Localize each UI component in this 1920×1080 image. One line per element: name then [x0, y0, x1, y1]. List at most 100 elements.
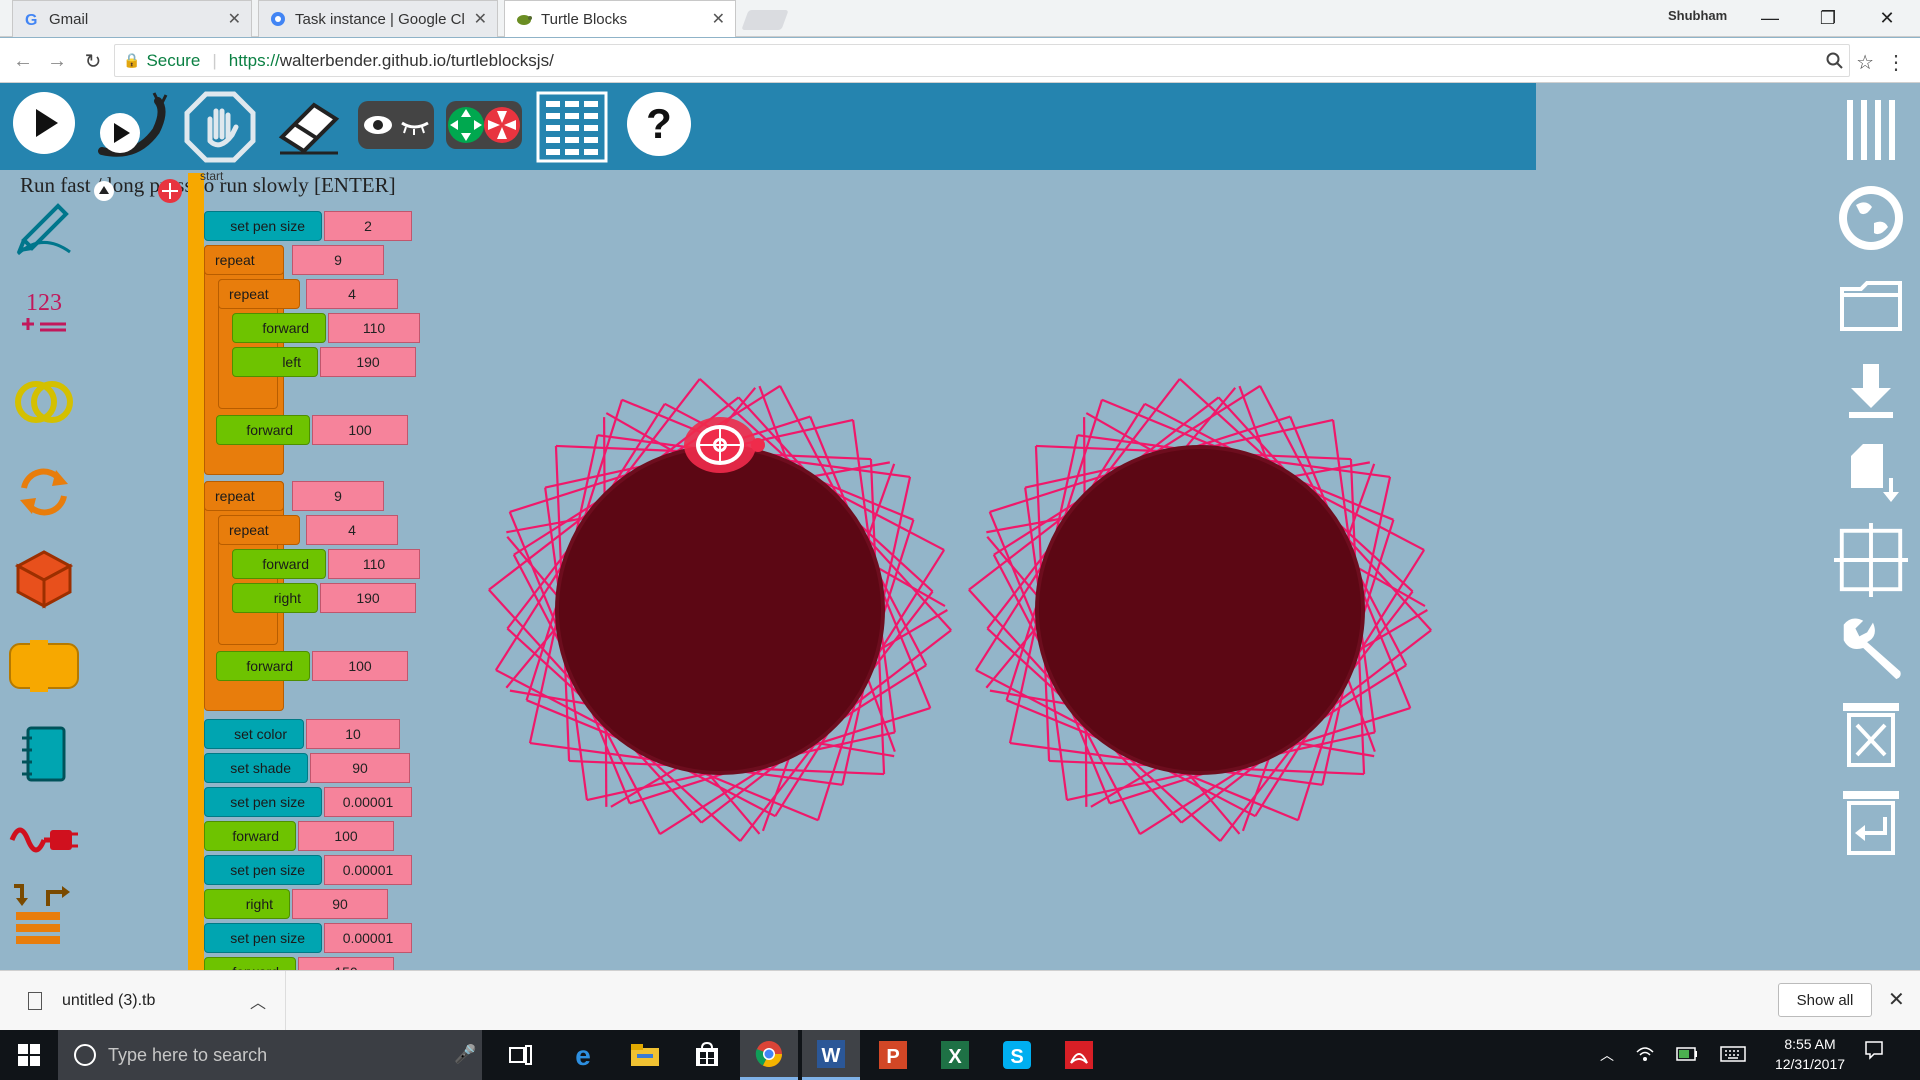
- set-pen-size-block[interactable]: set pen size: [204, 855, 322, 885]
- system-clock[interactable]: 8:55 AM 12/31/2017: [1760, 1034, 1860, 1074]
- zoom-icon[interactable]: [1826, 52, 1844, 75]
- block-arg[interactable]: 2: [324, 211, 412, 241]
- grid-icon[interactable]: [1834, 523, 1908, 597]
- flow-palette-icon[interactable]: [8, 456, 80, 528]
- erase-icon[interactable]: [276, 91, 342, 157]
- taskbar-search[interactable]: Type here to search: [58, 1030, 482, 1080]
- close-icon[interactable]: ✕: [228, 9, 241, 29]
- right-block[interactable]: right: [232, 583, 318, 613]
- set-pen-size-block[interactable]: set pen size: [204, 787, 322, 817]
- media-palette-icon[interactable]: [8, 718, 80, 790]
- boolean-palette-icon[interactable]: [8, 366, 80, 438]
- set-color-block[interactable]: set color: [204, 719, 304, 749]
- repeat-block[interactable]: repeat: [204, 245, 284, 275]
- box-palette-icon[interactable]: [8, 542, 80, 614]
- chrome-icon[interactable]: [740, 1030, 798, 1080]
- menu-icon[interactable]: [1834, 93, 1908, 167]
- save-file-icon[interactable]: [1834, 437, 1908, 511]
- show-all-button[interactable]: Show all: [1778, 983, 1872, 1017]
- forward-block[interactable]: forward: [232, 313, 326, 343]
- edge-icon[interactable]: e: [554, 1030, 612, 1080]
- set-pen-size-block[interactable]: set pen size: [204, 923, 322, 953]
- reload-icon[interactable]: ↻: [78, 46, 108, 76]
- extras-palette-icon[interactable]: [8, 878, 80, 950]
- sensors-palette-icon[interactable]: [8, 804, 80, 876]
- file-explorer-icon[interactable]: [616, 1030, 674, 1080]
- stop-icon[interactable]: [184, 91, 256, 163]
- download-item[interactable]: untitled (3).tb: [0, 971, 286, 1031]
- keyboard-icon[interactable]: [1720, 1045, 1746, 1065]
- tab-task-instance[interactable]: Task instance | Google Cl ✕: [258, 0, 498, 37]
- grid-menu-icon[interactable]: [536, 91, 608, 163]
- block-arg[interactable]: 9: [292, 245, 384, 275]
- wifi-icon[interactable]: [1636, 1046, 1654, 1065]
- tab-gmail[interactable]: G Gmail ✕: [12, 0, 252, 37]
- block-arg[interactable]: 4: [306, 515, 398, 545]
- block-arg[interactable]: 0.00001: [324, 787, 412, 817]
- block-arg[interactable]: 190: [320, 583, 416, 613]
- globe-icon[interactable]: [1834, 181, 1908, 255]
- number-palette-icon[interactable]: 123: [8, 278, 80, 350]
- bookmark-star-icon[interactable]: ☆: [1856, 50, 1874, 75]
- set-pen-size-block[interactable]: set pen size: [204, 211, 322, 241]
- notification-icon[interactable]: [1864, 1040, 1884, 1066]
- close-icon[interactable]: ✕: [474, 9, 487, 29]
- forward-block[interactable]: forward: [216, 415, 310, 445]
- battery-icon[interactable]: [1676, 1046, 1698, 1064]
- microphone-icon[interactable]: 🎤: [454, 1044, 476, 1065]
- repeat-block[interactable]: repeat: [218, 279, 300, 309]
- chrome-menu-icon[interactable]: ⋮: [1886, 50, 1906, 75]
- windows-start-icon[interactable]: [0, 1030, 58, 1080]
- block-arg[interactable]: 90: [310, 753, 410, 783]
- powerpoint-icon[interactable]: P: [864, 1030, 922, 1080]
- play-icon[interactable]: [12, 91, 76, 155]
- folder-icon[interactable]: [1834, 269, 1908, 343]
- skype-icon[interactable]: S: [988, 1030, 1046, 1080]
- new-tab-button[interactable]: [741, 10, 789, 30]
- minimize-icon[interactable]: —: [1747, 4, 1793, 32]
- close-window-icon[interactable]: ✕: [1864, 4, 1910, 32]
- block-arg[interactable]: 4: [306, 279, 398, 309]
- pen-palette-icon[interactable]: [8, 188, 80, 260]
- block-arg[interactable]: 100: [312, 415, 408, 445]
- chevron-up-icon[interactable]: ︿: [1600, 1045, 1614, 1065]
- omnibox[interactable]: 🔒 Secure | https:// walterbender.github.…: [114, 44, 1850, 77]
- close-icon[interactable]: ✕: [1888, 987, 1905, 1012]
- help-icon[interactable]: ?: [626, 91, 692, 157]
- set-shade-block[interactable]: set shade: [204, 753, 308, 783]
- block-arg[interactable]: 190: [320, 347, 416, 377]
- turtle-canvas[interactable]: [470, 203, 1450, 903]
- forward-block[interactable]: forward: [204, 821, 296, 851]
- download-icon[interactable]: [1834, 353, 1908, 427]
- back-arrow-icon[interactable]: ←: [8, 46, 38, 76]
- tab-turtle-blocks[interactable]: Turtle Blocks ✕: [504, 0, 736, 37]
- action-palette-icon[interactable]: [8, 630, 80, 702]
- settings-wrench-icon[interactable]: [1834, 611, 1908, 685]
- forward-block[interactable]: forward: [204, 957, 296, 970]
- block-arg[interactable]: 100: [298, 821, 394, 851]
- excel-icon[interactable]: X: [926, 1030, 984, 1080]
- block-arg[interactable]: 150: [298, 957, 394, 970]
- restore-window-icon[interactable]: ❐: [1805, 4, 1851, 32]
- close-icon[interactable]: ✕: [712, 9, 725, 29]
- block-arg[interactable]: 0.00001: [324, 855, 412, 885]
- acrobat-icon[interactable]: [1050, 1030, 1108, 1080]
- store-icon[interactable]: [678, 1030, 736, 1080]
- left-block[interactable]: left: [232, 347, 318, 377]
- repeat-block[interactable]: repeat: [218, 515, 300, 545]
- right-block[interactable]: right: [204, 889, 290, 919]
- block-arg[interactable]: 10: [306, 719, 400, 749]
- hide-blocks-icon[interactable]: [356, 97, 436, 153]
- profile-name[interactable]: Shubham: [1668, 8, 1727, 23]
- task-view-icon[interactable]: [492, 1030, 550, 1080]
- block-arg[interactable]: 9: [292, 481, 384, 511]
- trash-icon[interactable]: [1834, 697, 1908, 771]
- forward-block[interactable]: forward: [216, 651, 310, 681]
- collapse-expand-icon[interactable]: [444, 97, 524, 153]
- block-arg[interactable]: 110: [328, 313, 420, 343]
- word-icon[interactable]: W: [802, 1030, 860, 1080]
- forward-arrow-icon[interactable]: →: [42, 46, 72, 76]
- repeat-block[interactable]: repeat: [204, 481, 284, 511]
- block-arg[interactable]: 100: [312, 651, 408, 681]
- chevron-up-icon[interactable]: ︿: [250, 989, 266, 1013]
